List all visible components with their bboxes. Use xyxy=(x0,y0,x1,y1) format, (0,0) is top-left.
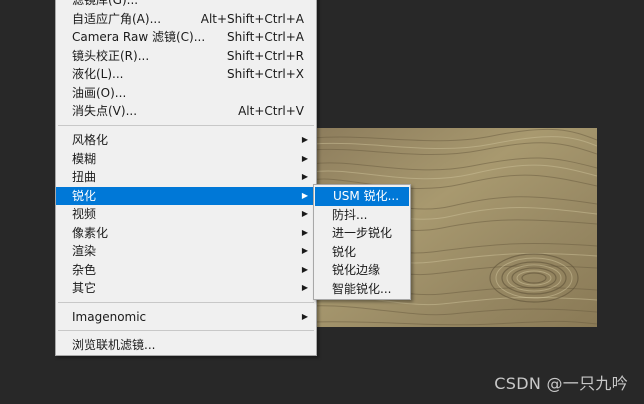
submenu-arrow-icon: ▶ xyxy=(301,264,308,274)
menu-item-stylize[interactable]: 风格化 ▶ xyxy=(56,131,316,149)
menu-item-label: 锐化 xyxy=(72,188,97,203)
menu-item-shortcut: Shift+Ctrl+A xyxy=(227,30,304,44)
menu-item-distort[interactable]: 扭曲 ▶ xyxy=(56,168,316,186)
submenu-item-smart-sharpen[interactable]: 智能锐化... xyxy=(314,280,410,299)
submenu-arrow-icon: ▶ xyxy=(301,246,308,255)
menu-item-label: 镜头校正(R)... xyxy=(72,48,150,63)
menu-item-label: 智能锐化... xyxy=(332,281,392,296)
menu-item-label: 防抖... xyxy=(332,207,368,222)
menu-item-label: 消失点(V)... xyxy=(72,104,138,118)
menu-item-label: 锐化 xyxy=(332,244,357,259)
menu-item-lens-correction[interactable]: 镜头校正(R)... Shift+Ctrl+R xyxy=(56,47,316,65)
menu-item-label: 滤镜库(G)... xyxy=(72,0,139,7)
menu-item-adaptive-wide-angle[interactable]: 自适应广角(A)... Alt+Shift+Ctrl+A xyxy=(56,10,316,28)
menu-item-label: Imagenomic xyxy=(72,310,147,324)
menu-item-imagenomic[interactable]: Imagenomic ▶ xyxy=(56,308,316,326)
menu-item-label: 杂色 xyxy=(72,262,97,277)
submenu-arrow-icon: ▶ xyxy=(301,227,308,237)
menu-item-oil-paint[interactable]: 油画(O)... xyxy=(56,84,316,102)
menu-item-noise[interactable]: 杂色 ▶ xyxy=(56,261,316,279)
menu-item-label: 模糊 xyxy=(72,151,97,166)
submenu-item-sharpen[interactable]: 锐化 xyxy=(314,243,410,262)
menu-item-label: 浏览联机滤镜... xyxy=(72,338,156,352)
menu-separator xyxy=(58,302,314,303)
submenu-arrow-icon: ▶ xyxy=(301,312,308,321)
submenu-item-sharpen-edges[interactable]: 锐化边缘 xyxy=(314,261,410,280)
menu-item-render[interactable]: 渲染 ▶ xyxy=(56,242,316,260)
menu-item-shortcut: Shift+Ctrl+R xyxy=(226,48,304,63)
filter-menu: 滤镜库(G)... 自适应广角(A)... Alt+Shift+Ctrl+A C… xyxy=(55,0,317,356)
menu-item-shortcut: Shift+Ctrl+X xyxy=(227,67,304,81)
watermark-text: CSDN @一只九吟 xyxy=(494,374,628,393)
menu-item-blur[interactable]: 模糊 ▶ xyxy=(56,150,316,168)
submenu-arrow-icon: ▶ xyxy=(301,209,308,218)
menu-item-label: 液化(L)... xyxy=(72,67,124,81)
menu-item-label: 油画(O)... xyxy=(72,85,127,100)
menu-item-liquify[interactable]: 液化(L)... Shift+Ctrl+X xyxy=(56,65,316,83)
menu-item-label: 风格化 xyxy=(72,133,109,147)
menu-item-label: 进一步锐化 xyxy=(332,226,393,240)
menu-separator xyxy=(58,125,314,126)
menu-item-camera-raw-filter[interactable]: Camera Raw 滤镜(C)... Shift+Ctrl+A xyxy=(56,28,316,46)
menu-separator xyxy=(58,330,314,331)
sharpen-submenu: USM 锐化... 防抖... 进一步锐化 锐化 锐化边缘 智能锐化... xyxy=(313,184,411,300)
menu-item-vanishing-point[interactable]: 消失点(V)... Alt+Ctrl+V xyxy=(56,102,316,120)
submenu-item-unsharp-mask[interactable]: USM 锐化... xyxy=(315,187,409,206)
menu-item-shortcut: Alt+Shift+Ctrl+A xyxy=(200,11,304,26)
menu-item-sharpen[interactable]: 锐化 ▶ xyxy=(56,186,316,205)
menu-item-label: 其它 xyxy=(72,281,97,295)
menu-item-label: 扭曲 xyxy=(72,170,97,184)
menu-item-label: 像素化 xyxy=(72,225,109,240)
submenu-item-sharpen-more[interactable]: 进一步锐化 xyxy=(314,224,410,243)
menu-item-label: 自适应广角(A)... xyxy=(72,11,162,26)
submenu-arrow-icon: ▶ xyxy=(301,283,308,292)
menu-item-label: 渲染 xyxy=(72,244,97,258)
menu-item-label: USM 锐化... xyxy=(333,189,400,203)
menu-item-filter-gallery[interactable]: 滤镜库(G)... xyxy=(56,0,316,9)
menu-item-other[interactable]: 其它 ▶ xyxy=(56,279,316,297)
menu-item-shortcut: Alt+Ctrl+V xyxy=(238,104,304,118)
menu-item-label: Camera Raw 滤镜(C)... xyxy=(72,30,206,44)
menu-item-pixelate[interactable]: 像素化 ▶ xyxy=(56,224,316,242)
submenu-arrow-icon: ▶ xyxy=(301,153,308,163)
menu-item-label: 锐化边缘 xyxy=(332,263,381,277)
menu-item-video[interactable]: 视频 ▶ xyxy=(56,205,316,223)
submenu-item-shake-reduction[interactable]: 防抖... xyxy=(314,206,410,225)
menu-item-label: 视频 xyxy=(72,207,97,221)
submenu-arrow-icon: ▶ xyxy=(301,190,308,200)
submenu-arrow-icon: ▶ xyxy=(301,172,308,181)
submenu-arrow-icon: ▶ xyxy=(301,135,308,144)
menu-item-browse-filters-online[interactable]: 浏览联机滤镜... xyxy=(56,336,316,354)
